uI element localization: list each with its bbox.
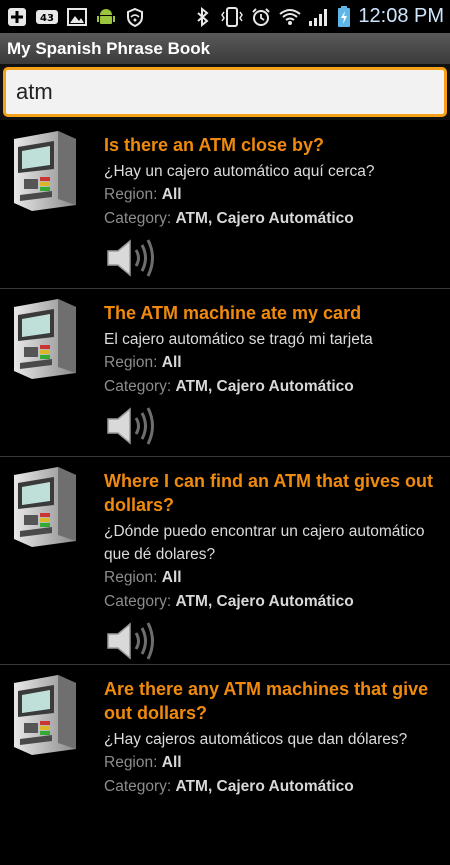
translation-text: El cajero automático se tragó mi tarjeta <box>104 331 373 348</box>
speaker-icon[interactable] <box>104 235 160 281</box>
phrase-text: Where I can find an ATM that gives out d… <box>104 471 434 515</box>
category-value: ATM, Cajero Automático <box>175 778 354 795</box>
list-item[interactable]: Is there an ATM close by? ¿Hay un cajero… <box>0 121 450 289</box>
region-row: Region: All <box>104 351 448 375</box>
search-input[interactable] <box>3 67 447 117</box>
app-title-bar: My Spanish Phrase Book <box>0 33 450 64</box>
battery-charging-icon <box>337 5 351 27</box>
atm-machine-icon <box>14 467 76 547</box>
category-label: Category: <box>104 378 172 395</box>
notification-count: 43 <box>40 13 54 24</box>
region-label: Region: <box>104 754 158 771</box>
bluetooth-icon <box>192 6 214 27</box>
alarm-icon <box>250 7 272 27</box>
atm-machine-icon <box>14 675 76 755</box>
region-value: All <box>161 569 182 586</box>
region-label: Region: <box>104 354 158 371</box>
wifi-icon <box>279 7 302 27</box>
image-icon <box>66 7 88 27</box>
speaker-icon[interactable] <box>104 403 160 449</box>
phrase-text: Are there any ATM machines that give out… <box>104 679 429 723</box>
category-row: Category: ATM, Cajero Automático <box>104 375 448 399</box>
category-value: ATM, Cajero Automático <box>175 378 354 395</box>
region-row: Region: All <box>104 751 448 775</box>
translation-text: ¿Hay un cajero automático aquí cerca? <box>104 163 375 180</box>
atm-machine-icon <box>14 299 76 379</box>
category-value: ATM, Cajero Automático <box>175 593 354 610</box>
category-row: Category: ATM, Cajero Automático <box>104 207 448 231</box>
region-value: All <box>161 186 182 203</box>
category-label: Category: <box>104 210 172 227</box>
category-value: ATM, Cajero Automático <box>175 210 354 227</box>
category-label: Category: <box>104 778 172 795</box>
region-label: Region: <box>104 569 158 586</box>
signal-icon <box>308 7 330 27</box>
region-value: All <box>161 754 182 771</box>
translation-text: ¿Dónde puedo encontrar un cajero automát… <box>104 523 425 563</box>
results-list: Is there an ATM close by? ¿Hay un cajero… <box>0 121 450 865</box>
add-icon <box>6 7 28 27</box>
list-item[interactable]: Where I can find an ATM that gives out d… <box>0 457 450 665</box>
app-title: My Spanish Phrase Book <box>7 38 211 58</box>
region-row: Region: All <box>104 183 448 207</box>
phrase-text: The ATM machine ate my card <box>104 303 362 323</box>
list-item[interactable]: The ATM machine ate my card El cajero au… <box>0 289 450 457</box>
region-value: All <box>161 354 182 371</box>
region-row: Region: All <box>104 566 448 590</box>
clock: 12:08 PM <box>358 5 444 27</box>
speaker-icon[interactable] <box>104 618 160 664</box>
search-bar <box>0 64 450 120</box>
vibrate-icon <box>221 6 244 27</box>
category-row: Category: ATM, Cajero Automático <box>104 590 448 614</box>
android-icon <box>95 7 117 27</box>
status-bar: 43 12:08 PM <box>0 0 450 33</box>
translation-text: ¿Hay cajeros automáticos que dan dólares… <box>104 731 408 748</box>
atm-machine-icon <box>14 131 76 211</box>
wifi-shield-icon <box>124 7 146 27</box>
category-label: Category: <box>104 593 172 610</box>
notification-badge-icon: 43 <box>35 7 59 27</box>
region-label: Region: <box>104 186 158 203</box>
phrase-text: Is there an ATM close by? <box>104 135 325 155</box>
list-item[interactable]: Are there any ATM machines that give out… <box>0 665 450 865</box>
category-row: Category: ATM, Cajero Automático <box>104 775 448 799</box>
